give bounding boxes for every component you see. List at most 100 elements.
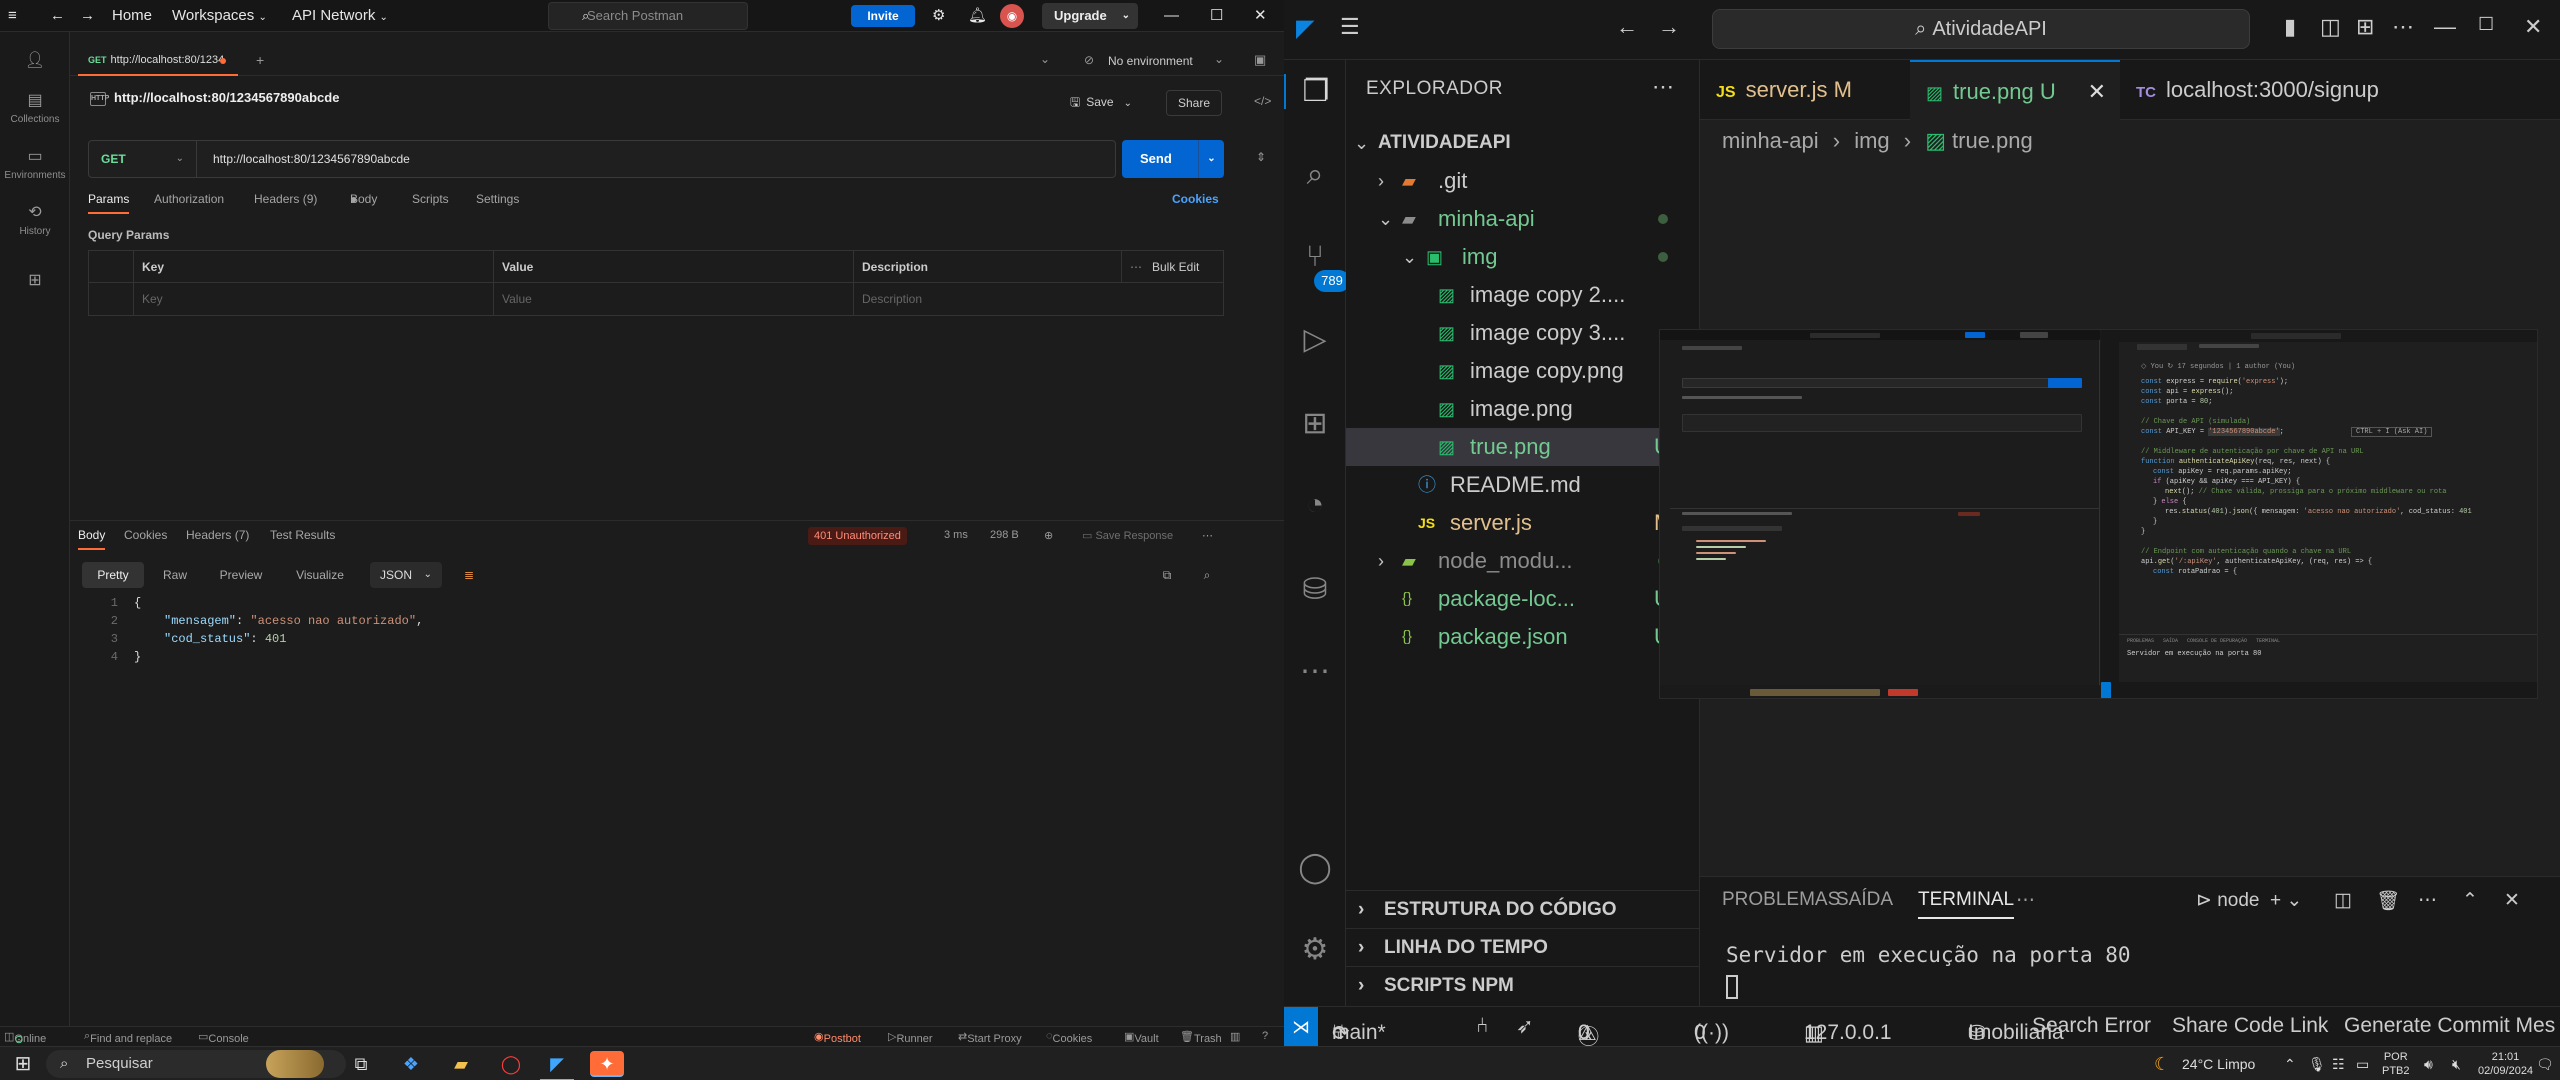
- menu-icon[interactable]: ☰: [1340, 14, 1360, 40]
- clock[interactable]: 21:01 02/09/2024: [2478, 1050, 2533, 1080]
- remote-icon[interactable]: ⋊: [1284, 1007, 1318, 1046]
- copilot-icon[interactable]: ❖: [394, 1047, 428, 1080]
- environment-select[interactable]: No environment: [1108, 54, 1193, 68]
- home-link[interactable]: Home: [112, 0, 152, 32]
- terminal-shell-select[interactable]: ⊳ node: [2196, 889, 2259, 912]
- layout-icon[interactable]: ▥: [1230, 1030, 1240, 1043]
- tree-item-img[interactable]: ⌄ ▣ img: [1346, 238, 1700, 276]
- search-icon[interactable]: ⌕: [1284, 158, 1346, 192]
- tab-settings[interactable]: Settings: [476, 192, 519, 206]
- workspaces-menu[interactable]: Workspaces ⌄: [172, 0, 267, 32]
- breadcrumb-item[interactable]: img: [1854, 128, 1889, 153]
- new-terminal-plus-icon[interactable]: + ⌄: [2270, 889, 2302, 912]
- account-icon[interactable]: 👤︎: [0, 50, 70, 74]
- tree-item-git[interactable]: › ▰ .git: [1346, 162, 1700, 200]
- postman-taskbar-icon[interactable]: ✦: [590, 1051, 624, 1077]
- explorer-icon[interactable]: ❐: [1284, 74, 1346, 109]
- npm-scripts-section[interactable]: › SCRIPTS NPM: [1346, 966, 1700, 1004]
- more-icon[interactable]: ⋯: [1202, 529, 1213, 542]
- console-button[interactable]: ▭ Console: [198, 1030, 249, 1045]
- back-arrow-icon[interactable]: ←: [1616, 14, 1638, 40]
- minimize-icon[interactable]: —: [1164, 0, 1179, 32]
- key-input[interactable]: Key: [133, 283, 481, 315]
- breadcrumb-item[interactable]: true.png: [1952, 128, 2033, 153]
- more-icon[interactable]: ⋯: [1284, 654, 1346, 689]
- back-arrow-icon[interactable]: ←: [50, 0, 65, 32]
- trash-button[interactable]: 🗑︎ Trash: [1180, 1030, 1222, 1045]
- tab-terminal[interactable]: TERMINAL: [1918, 889, 2015, 919]
- vscode-taskbar-icon[interactable]: ◤: [540, 1047, 574, 1080]
- code-icon[interactable]: </>: [1254, 94, 1271, 108]
- status-online[interactable]: ◫ ⊙ Online: [4, 1030, 46, 1046]
- resize-pane-icon[interactable]: ⇕: [1256, 150, 1266, 164]
- tree-item-true-png[interactable]: ▨true.pngU: [1346, 428, 1700, 466]
- chevron-down-icon[interactable]: ⌄: [1198, 140, 1224, 178]
- minimize-icon[interactable]: —: [2434, 14, 2456, 40]
- cookies-link[interactable]: Cookies: [1172, 192, 1219, 206]
- source-control-icon[interactable]: ⑂: [1284, 240, 1346, 274]
- maximize-icon[interactable]: ☐: [1210, 0, 1223, 32]
- postman-extension-icon[interactable]: ◔: [1284, 488, 1346, 522]
- new-tab-plus-icon[interactable]: +: [256, 52, 264, 68]
- tab-authorization[interactable]: Authorization: [154, 192, 224, 206]
- tree-item-package-lock[interactable]: {}package-loc...U: [1346, 580, 1700, 618]
- chevron-down-icon[interactable]: ⌄: [1040, 52, 1050, 66]
- response-time[interactable]: 3 ms: [944, 529, 968, 541]
- command-center[interactable]: ⌕ AtividadeAPI: [1712, 9, 2250, 49]
- tab-localhost-signup[interactable]: TC localhost:3000/signup: [2120, 60, 2390, 120]
- format-visualize[interactable]: Visualize: [284, 562, 356, 588]
- response-tab-headers[interactable]: Headers (7): [186, 528, 249, 542]
- api-network-menu[interactable]: API Network ⌄: [292, 0, 388, 32]
- postbot-button[interactable]: ◉ Postbot: [814, 1030, 861, 1045]
- format-preview[interactable]: Preview: [208, 562, 274, 588]
- breadcrumb-item[interactable]: minha-api: [1722, 128, 1819, 153]
- opera-icon[interactable]: ◯: [494, 1047, 528, 1080]
- save-button[interactable]: 🖫︎ Save ⌄: [1070, 90, 1150, 116]
- gear-icon[interactable]: ⚙: [932, 0, 945, 32]
- microphone-icon[interactable]: 🎙︎: [2308, 1047, 2326, 1080]
- close-icon[interactable]: ✕: [2524, 14, 2542, 40]
- apps-icon[interactable]: ⊞: [0, 270, 70, 294]
- url-input[interactable]: http://localhost:80/1234567890abcde: [213, 141, 410, 177]
- format-raw[interactable]: Raw: [150, 562, 200, 588]
- database-icon[interactable]: ⛁: [1284, 572, 1346, 607]
- more-icon[interactable]: ⋯: [2016, 889, 2035, 912]
- bell-icon[interactable]: 🔔︎: [968, 0, 987, 32]
- mute-icon[interactable]: 🔇︎: [2452, 1047, 2461, 1080]
- forward-arrow-icon[interactable]: →: [1658, 14, 1680, 40]
- weather-label[interactable]: 24°C Limpo: [2182, 1047, 2255, 1080]
- more-icon[interactable]: ⋯: [2418, 889, 2437, 912]
- outline-section[interactable]: › ESTRUTURA DO CÓDIGO: [1346, 890, 1700, 928]
- maximize-panel-icon[interactable]: ⌃: [2462, 889, 2478, 912]
- tab-problems[interactable]: PROBLEMAS: [1722, 889, 1840, 911]
- tree-item-node-modules[interactable]: › ▰ node_modu...: [1346, 542, 1700, 580]
- help-icon[interactable]: ?: [1262, 1030, 1268, 1042]
- copy-icon[interactable]: ⧉: [1154, 562, 1180, 588]
- sidebar-item-environments[interactable]: ▭ Environments: [0, 146, 70, 181]
- globe-icon[interactable]: ⊕: [1044, 529, 1053, 542]
- speaker-icon[interactable]: 🔊︎: [2424, 1047, 2433, 1080]
- close-icon[interactable]: ✕: [2504, 889, 2520, 912]
- tree-item-package-json[interactable]: {}package.jsonU: [1346, 618, 1700, 656]
- tree-item-server-js[interactable]: JSserver.jsM: [1346, 504, 1700, 542]
- language-select[interactable]: JSON ⌄: [370, 562, 442, 588]
- toggle-sidebar-icon[interactable]: ▮: [2284, 14, 2296, 40]
- maximize-icon[interactable]: ☐: [2478, 14, 2494, 35]
- search-icon[interactable]: ⌕: [1194, 562, 1220, 588]
- wrap-lines-icon[interactable]: ≣: [456, 562, 482, 588]
- gear-icon[interactable]: ⚙: [1284, 932, 1346, 967]
- share-code-link[interactable]: Share Code Link: [2172, 1014, 2328, 1038]
- format-pretty[interactable]: Pretty: [82, 562, 144, 588]
- tree-item-image-copy-3[interactable]: ▨ image copy 3....: [1346, 314, 1700, 352]
- save-response-button[interactable]: ▭ Save Response: [1082, 529, 1173, 542]
- method-select[interactable]: GET ⌄: [89, 141, 197, 177]
- notifications-icon[interactable]: 🗨︎: [2536, 1047, 2554, 1080]
- vault-button[interactable]: ▣ Vault: [1124, 1030, 1159, 1045]
- start-proxy-button[interactable]: ⇄ Start Proxy: [958, 1030, 1022, 1045]
- more-icon[interactable]: ⋯: [2392, 14, 2414, 40]
- account-icon[interactable]: ◯: [1284, 850, 1346, 885]
- search-error-indicator[interactable]: Search Error: [2032, 1014, 2151, 1038]
- runner-button[interactable]: ▷ Runner: [888, 1030, 933, 1045]
- tab-output[interactable]: SAÍDA: [1836, 889, 1893, 911]
- generate-commit-button[interactable]: Generate Commit Mes: [2344, 1014, 2555, 1038]
